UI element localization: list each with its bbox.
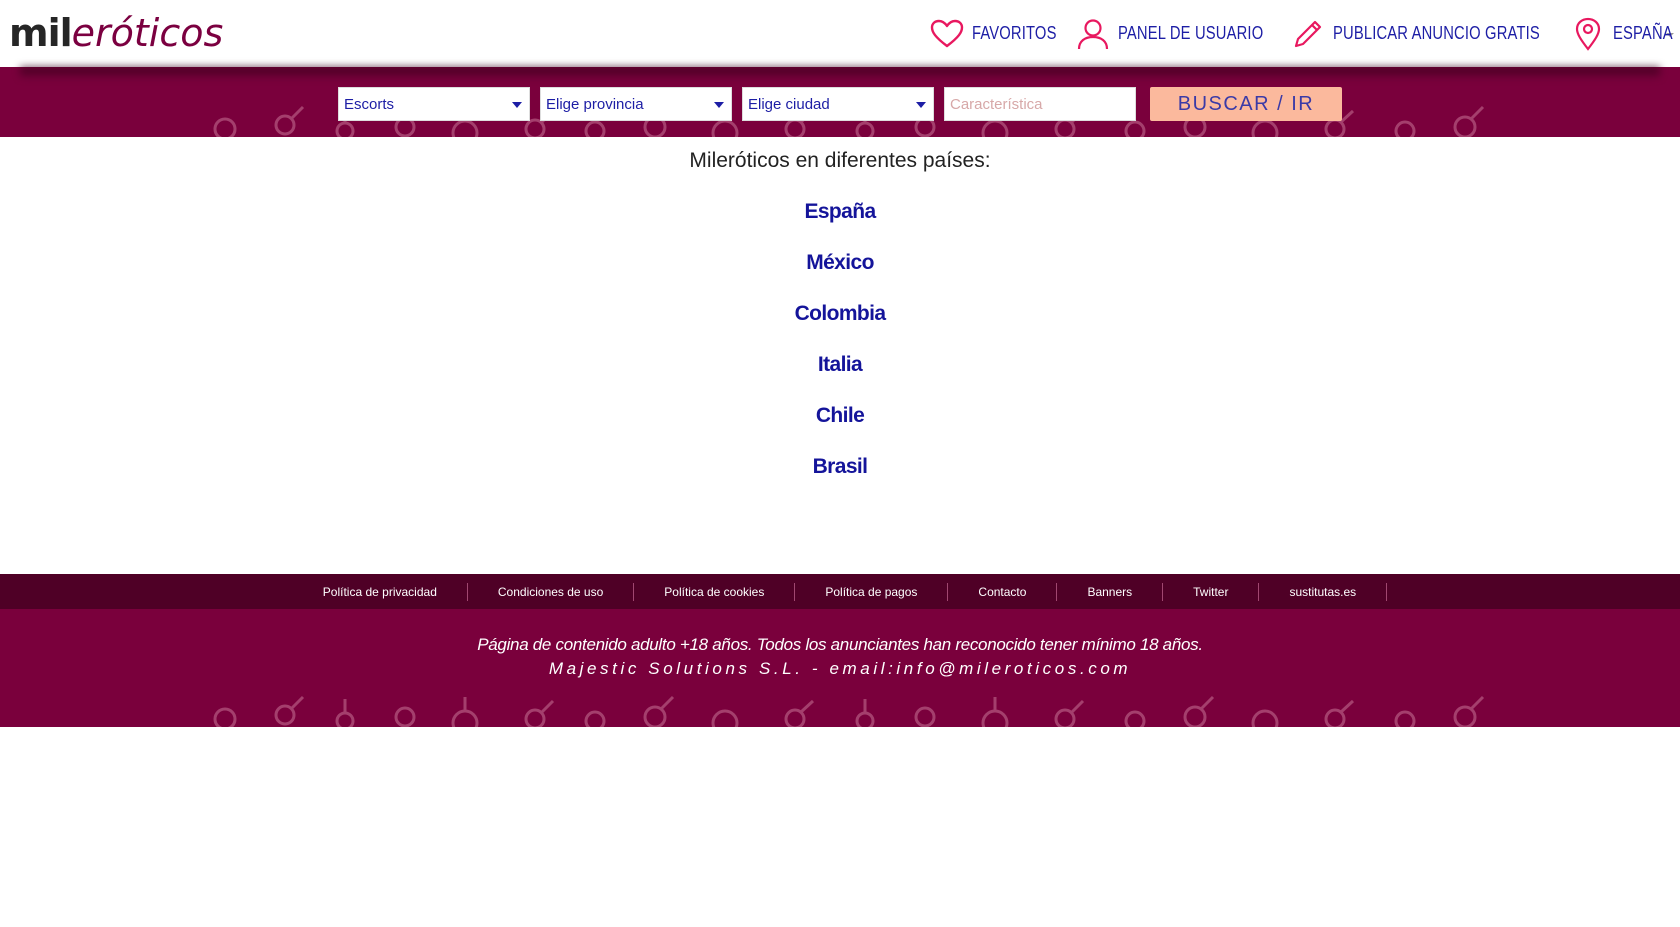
- countries-intro: Mileróticos en diferentes países:: [689, 149, 991, 172]
- nav-country-label: ESPAÑA: [1613, 23, 1673, 43]
- feature-input[interactable]: Característica: [944, 87, 1136, 121]
- logo-text-mil: mil: [9, 11, 73, 55]
- gender-symbols-pattern: [213, 695, 1485, 727]
- footer-link-banners[interactable]: Banners: [1057, 582, 1164, 601]
- province-select-value: Elige provincia: [546, 96, 644, 113]
- country-link-brasil[interactable]: Brasil: [0, 455, 1680, 479]
- band-shadow: [20, 67, 1660, 79]
- city-select-value: Elige ciudad: [748, 96, 830, 113]
- nav-favoritos[interactable]: FAVORITOS: [930, 19, 1075, 49]
- nav-publicar-anuncio-label: PUBLICAR ANUNCIO GRATIS: [1332, 23, 1540, 43]
- dropdown-arrow-icon: [714, 102, 724, 108]
- country-link-espana[interactable]: España: [0, 200, 1680, 224]
- search-button[interactable]: BUSCAR / IR: [1150, 87, 1342, 121]
- pencil-icon: [1294, 20, 1321, 47]
- nav-country-select[interactable]: ESPAÑA: [1571, 17, 1674, 51]
- logo-text-eroticos: eróticos: [71, 11, 224, 55]
- dropdown-arrow-icon: [512, 102, 522, 108]
- dropdown-arrow-icon: [916, 102, 926, 108]
- footer: Página de contenido adulto +18 años. Tod…: [0, 609, 1680, 727]
- footer-link-contacto[interactable]: Contacto: [948, 582, 1058, 601]
- location-pin-icon: [1575, 17, 1601, 51]
- category-select-value: Escorts: [344, 96, 395, 113]
- footer-link-sustitutas[interactable]: sustitutas.es: [1259, 582, 1388, 601]
- country-link-italia[interactable]: Italia: [0, 353, 1680, 377]
- nav-favoritos-label: FAVORITOS: [972, 23, 1057, 43]
- footer-adult-notice: Página de contenido adulto +18 años. Tod…: [477, 635, 1203, 654]
- footer-nav: Política de privacidad Condiciones de us…: [0, 574, 1680, 609]
- footer-link-pagos[interactable]: Política de pagos: [795, 582, 949, 601]
- city-select[interactable]: Elige ciudad: [742, 87, 934, 121]
- country-link-mexico[interactable]: México: [0, 251, 1680, 275]
- country-link-colombia[interactable]: Colombia: [0, 302, 1680, 326]
- top-nav: FAVORITOS PANEL DE USUARIO PUBLICAR ANUN…: [910, 0, 1674, 67]
- footer-company-info: Majestic Solutions S.L. - email:info@mil…: [548, 659, 1132, 678]
- country-link-chile[interactable]: Chile: [0, 404, 1680, 428]
- footer-link-condiciones[interactable]: Condiciones de uso: [468, 582, 635, 601]
- user-icon: [1077, 18, 1108, 49]
- header: mil eróticos FAVORITOS PANEL DE USUARIO …: [0, 0, 1680, 67]
- footer-link-twitter[interactable]: Twitter: [1163, 582, 1260, 601]
- category-select[interactable]: Escorts: [338, 87, 530, 121]
- site-logo[interactable]: mil eróticos: [9, 6, 223, 60]
- footer-link-privacidad[interactable]: Política de privacidad: [293, 582, 468, 601]
- footer-link-cookies[interactable]: Política de cookies: [634, 582, 796, 601]
- nav-panel-usuario[interactable]: PANEL DE USUARIO: [1076, 17, 1295, 51]
- nav-panel-usuario-label: PANEL DE USUARIO: [1117, 23, 1263, 43]
- heart-icon: [931, 19, 964, 47]
- province-select[interactable]: Elige provincia: [540, 87, 732, 121]
- nav-publicar-anuncio[interactable]: PUBLICAR ANUNCIO GRATIS: [1291, 17, 1585, 51]
